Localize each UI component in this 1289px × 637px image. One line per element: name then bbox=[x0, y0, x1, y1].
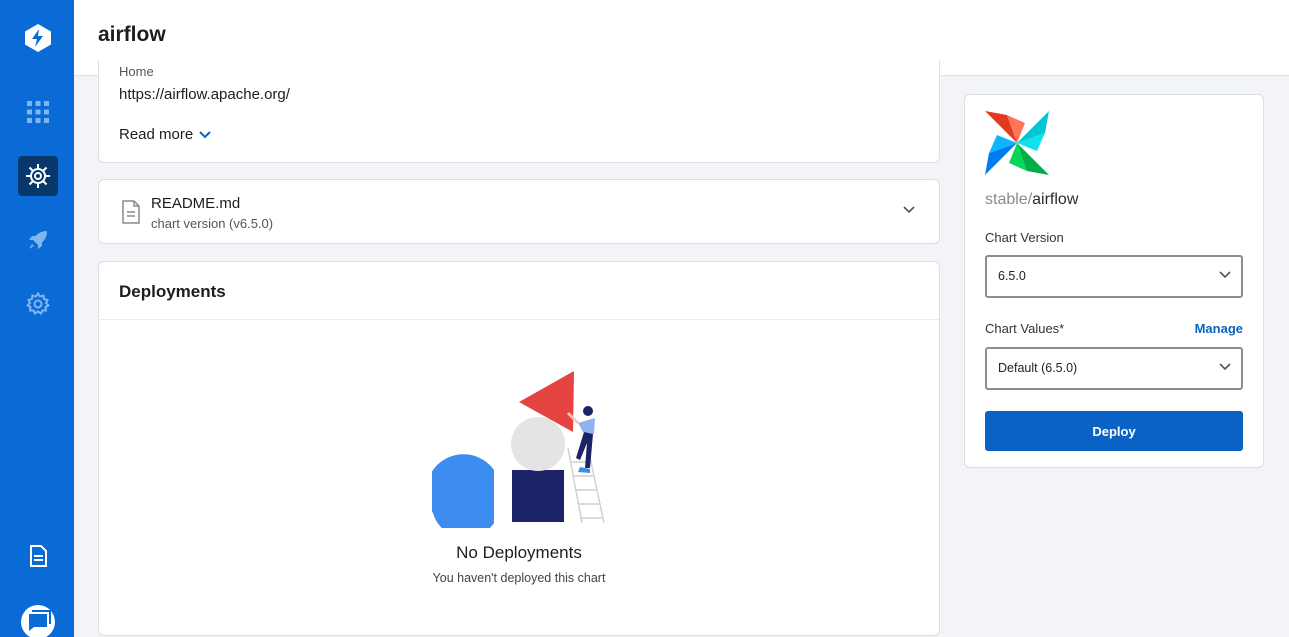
chart-version-label: Chart Version bbox=[985, 230, 1064, 245]
chart-values-value: Default (6.5.0) bbox=[998, 361, 1078, 375]
rocket-icon[interactable] bbox=[18, 220, 58, 260]
empty-state-subtitle: You haven't deployed this chart bbox=[432, 571, 606, 585]
file-icon bbox=[122, 200, 140, 224]
chevron-down-icon bbox=[1219, 271, 1231, 279]
home-url-link[interactable]: https://airflow.apache.org/ bbox=[119, 86, 290, 103]
readme-chart-version: chart version (v6.5.0) bbox=[151, 216, 274, 231]
airflow-logo-icon bbox=[985, 111, 1049, 175]
readme-accordion[interactable]: README.md chart version (v6.5.0) bbox=[98, 179, 940, 244]
manage-values-link[interactable]: Manage bbox=[1195, 321, 1243, 336]
read-more-button[interactable]: Read more bbox=[119, 126, 211, 143]
readme-file-name: README.md bbox=[151, 195, 241, 212]
read-more-label: Read more bbox=[119, 126, 194, 143]
chart-version-select[interactable]: 6.5.0 bbox=[985, 255, 1243, 298]
home-label: Home bbox=[119, 64, 154, 79]
chart-version-value: 6.5.0 bbox=[998, 269, 1026, 283]
helm-charts-icon[interactable] bbox=[18, 156, 58, 196]
chart-title: airflow bbox=[1032, 191, 1079, 208]
deployments-header: Deployments bbox=[99, 262, 939, 320]
deploy-panel: stable/airflow Chart Version 6.5.0 Chart… bbox=[964, 94, 1264, 468]
chart-repo: stable/ bbox=[985, 191, 1033, 208]
chart-values-select[interactable]: Default (6.5.0) bbox=[985, 347, 1243, 390]
deployments-title: Deployments bbox=[119, 282, 226, 301]
chart-name: stable/airflow bbox=[985, 191, 1078, 209]
apps-grid-icon[interactable] bbox=[18, 92, 58, 132]
chevron-down-icon bbox=[1219, 363, 1231, 371]
sidebar bbox=[0, 0, 74, 637]
deploy-button[interactable]: Deploy bbox=[985, 411, 1243, 451]
chart-values-label: Chart Values* bbox=[985, 321, 1065, 336]
chat-icon[interactable] bbox=[18, 600, 58, 637]
app-logo-icon[interactable] bbox=[18, 18, 58, 58]
deployments-card: Deployments No Deployments You haven't d… bbox=[98, 261, 940, 636]
empty-state-illustration bbox=[432, 371, 605, 528]
chevron-down-icon[interactable] bbox=[903, 206, 915, 214]
page-title: airflow bbox=[98, 23, 166, 46]
empty-state-title: No Deployments bbox=[456, 543, 582, 562]
document-icon[interactable] bbox=[18, 536, 58, 576]
gear-icon[interactable] bbox=[18, 284, 58, 324]
about-card: Home https://airflow.apache.org/ Read mo… bbox=[98, 60, 940, 163]
chevron-down-icon bbox=[199, 130, 211, 138]
